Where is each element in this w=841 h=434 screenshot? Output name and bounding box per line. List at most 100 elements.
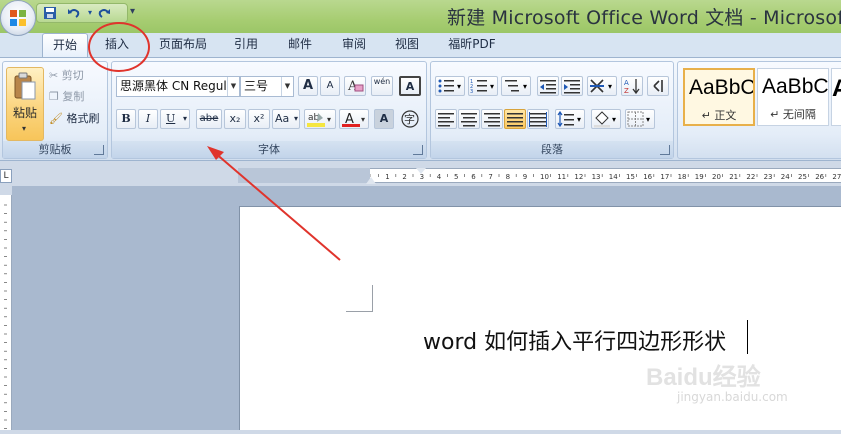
line-spacing-icon: ▾ bbox=[557, 110, 581, 128]
svg-text:3: 3 bbox=[470, 89, 473, 95]
font-size-combo[interactable]: 三号 ▼ bbox=[240, 76, 294, 97]
multilevel-list-icon: ▾ bbox=[505, 80, 527, 92]
style-heading-1[interactable]: A bbox=[831, 68, 841, 126]
ruler-number: 26 bbox=[815, 173, 824, 181]
sort-button[interactable]: AZ bbox=[621, 76, 643, 96]
numbering-button[interactable]: 1 2 3 ▾ bbox=[468, 76, 498, 96]
chevron-down-icon[interactable]: ▼ bbox=[281, 77, 293, 96]
multilevel-list-button[interactable]: ▾ bbox=[501, 76, 531, 96]
align-right-button[interactable] bbox=[481, 109, 503, 129]
svg-text:▾: ▾ bbox=[523, 82, 527, 91]
paste-dropdown-icon[interactable]: ▾ bbox=[22, 124, 26, 133]
justify-button[interactable] bbox=[504, 109, 526, 129]
svg-text:▾: ▾ bbox=[646, 115, 650, 124]
chinese-layout-icon: ▾ bbox=[590, 79, 612, 93]
redo-icon[interactable] bbox=[97, 6, 111, 20]
cut-button[interactable]: ✂ 剪切 bbox=[48, 66, 106, 86]
align-left-button[interactable] bbox=[435, 109, 457, 129]
svg-text:▾: ▾ bbox=[490, 82, 494, 91]
ruler-margin-left bbox=[238, 168, 370, 183]
align-center-button[interactable] bbox=[458, 109, 480, 129]
clipboard-launcher-icon[interactable] bbox=[94, 145, 104, 155]
ruler-number: 12 bbox=[574, 173, 583, 181]
grow-font-button[interactable]: A bbox=[298, 76, 318, 96]
document-text[interactable]: word 如何插入平行四边形形状 bbox=[423, 324, 726, 356]
clear-format-button[interactable]: A bbox=[344, 76, 366, 96]
office-button[interactable] bbox=[0, 0, 36, 36]
font-launcher-icon[interactable] bbox=[413, 145, 423, 155]
margin-corner-mark bbox=[346, 311, 373, 312]
save-icon[interactable] bbox=[43, 6, 57, 20]
copy-button[interactable]: ❐ 复制 bbox=[48, 87, 106, 107]
undo-dropdown-icon[interactable]: ▾ bbox=[83, 6, 97, 20]
increase-indent-button[interactable] bbox=[561, 76, 583, 96]
ruler-number: 10 bbox=[540, 173, 549, 181]
char-border-button[interactable]: A bbox=[399, 76, 421, 96]
tab-foxit-pdf[interactable]: 福昕PDF bbox=[440, 33, 504, 57]
enclose-chars-button[interactable]: 字 bbox=[399, 109, 421, 129]
style-no-spacing-name: ↵ 无间隔 bbox=[770, 108, 816, 121]
left-indent-marker-icon[interactable] bbox=[366, 177, 376, 184]
paragraph-launcher-icon[interactable] bbox=[660, 145, 670, 155]
distributed-button[interactable] bbox=[527, 109, 549, 129]
clipboard-group-label: 剪贴板 bbox=[3, 141, 107, 158]
svg-text:▾: ▾ bbox=[361, 115, 365, 124]
borders-button[interactable]: ▾ bbox=[625, 109, 655, 129]
chinese-layout-button[interactable]: ▾ bbox=[587, 76, 617, 96]
char-border-icon: A bbox=[405, 80, 415, 93]
format-painter-label: 格式刷 bbox=[66, 112, 100, 125]
svg-text:▾: ▾ bbox=[608, 82, 612, 91]
first-line-indent-marker-icon[interactable] bbox=[416, 168, 426, 174]
decrease-indent-button[interactable] bbox=[537, 76, 559, 96]
superscript-button[interactable]: x² bbox=[248, 109, 270, 129]
change-case-button[interactable]: Aa ▾ bbox=[272, 109, 300, 129]
watermark-logo: Baidu经验 bbox=[646, 364, 761, 391]
text-cursor bbox=[747, 320, 748, 354]
style-no-spacing[interactable]: AaBbC( ↵ 无间隔 bbox=[757, 68, 829, 126]
show-marks-button[interactable] bbox=[647, 76, 669, 96]
ruler-number: 16 bbox=[643, 173, 652, 181]
tab-page-layout[interactable]: 页面布局 bbox=[152, 33, 214, 57]
highlight-button[interactable]: ab ▾ bbox=[304, 109, 336, 129]
tab-review[interactable]: 审阅 bbox=[334, 33, 374, 57]
paste-button[interactable]: 粘贴 ▾ bbox=[6, 67, 44, 141]
vertical-ruler[interactable] bbox=[0, 195, 12, 430]
chevron-down-icon[interactable]: ▼ bbox=[227, 77, 239, 96]
undo-icon[interactable] bbox=[67, 6, 81, 20]
line-spacing-button[interactable]: ▾ bbox=[555, 109, 585, 129]
strikethrough-button[interactable]: abe bbox=[196, 109, 222, 129]
align-center-icon bbox=[461, 113, 477, 127]
underline-button[interactable]: U ▾ bbox=[160, 109, 190, 129]
italic-button[interactable]: I bbox=[138, 109, 158, 129]
distributed-icon bbox=[529, 112, 547, 127]
subscript-button[interactable]: x₂ bbox=[224, 109, 246, 129]
clipboard-icon bbox=[14, 72, 36, 100]
tab-home[interactable]: 开始 bbox=[42, 33, 88, 57]
font-color-button[interactable]: A ▾ bbox=[339, 109, 369, 129]
svg-text:Z: Z bbox=[624, 87, 629, 95]
svg-text:▾: ▾ bbox=[612, 115, 616, 124]
tab-references[interactable]: 引用 bbox=[228, 33, 264, 57]
cut-label: 剪切 bbox=[61, 69, 84, 82]
style-normal-name: ↵ 正文 bbox=[701, 109, 737, 122]
bullets-icon: ▾ bbox=[438, 79, 461, 93]
ruler-number: 2 bbox=[402, 173, 406, 181]
style-normal[interactable]: AaBbC( ↵ 正文 bbox=[683, 68, 755, 126]
customize-icon[interactable]: ▾ bbox=[130, 6, 135, 17]
char-shading-button[interactable]: A bbox=[374, 109, 394, 129]
clear-format-icon: A bbox=[347, 79, 364, 94]
ruler-number: 13 bbox=[592, 173, 601, 181]
tab-selector[interactable]: L bbox=[0, 169, 12, 183]
font-name-combo[interactable]: 思源黑体 CN Regul ▼ bbox=[116, 76, 240, 97]
shading-button[interactable]: ▾ bbox=[591, 109, 621, 129]
tab-view[interactable]: 视图 bbox=[387, 33, 427, 57]
tab-mailings[interactable]: 邮件 bbox=[280, 33, 320, 57]
bullets-button[interactable]: ▾ bbox=[435, 76, 465, 96]
format-painter-button[interactable]: 🖌 格式刷 bbox=[48, 109, 108, 129]
bold-button[interactable]: B bbox=[116, 109, 136, 129]
sort-icon: AZ bbox=[624, 79, 640, 95]
paragraph-group: ▾ 1 2 3 ▾ ▾ ▾ AZ ▾ ▾ ▾ 段落 bbox=[430, 61, 674, 159]
shrink-font-button[interactable]: A bbox=[320, 76, 340, 96]
enclose-chars-icon: 字 bbox=[401, 110, 419, 128]
phonetic-guide-button[interactable]: wén bbox=[371, 76, 393, 96]
